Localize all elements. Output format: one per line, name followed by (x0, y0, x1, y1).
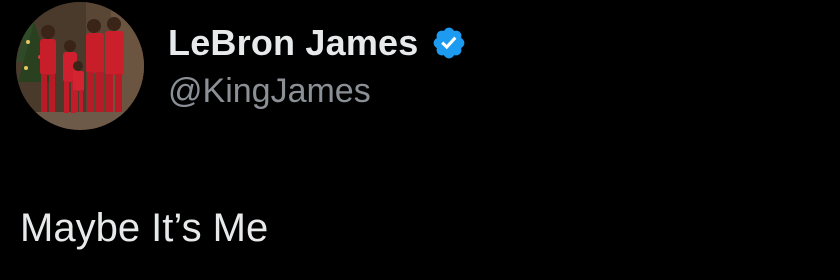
avatar[interactable] (16, 2, 144, 130)
verified-badge-icon[interactable] (431, 25, 467, 61)
author-display-name[interactable]: LeBron James (168, 22, 419, 64)
author-handle[interactable]: @KingJames (168, 72, 371, 111)
tweet-card: LeBron James @KingJames Maybe It’s Me (0, 0, 840, 280)
author-name-row: LeBron James (168, 18, 467, 68)
tweet-text: Maybe It’s Me (20, 206, 269, 250)
profile-photo (16, 2, 144, 130)
